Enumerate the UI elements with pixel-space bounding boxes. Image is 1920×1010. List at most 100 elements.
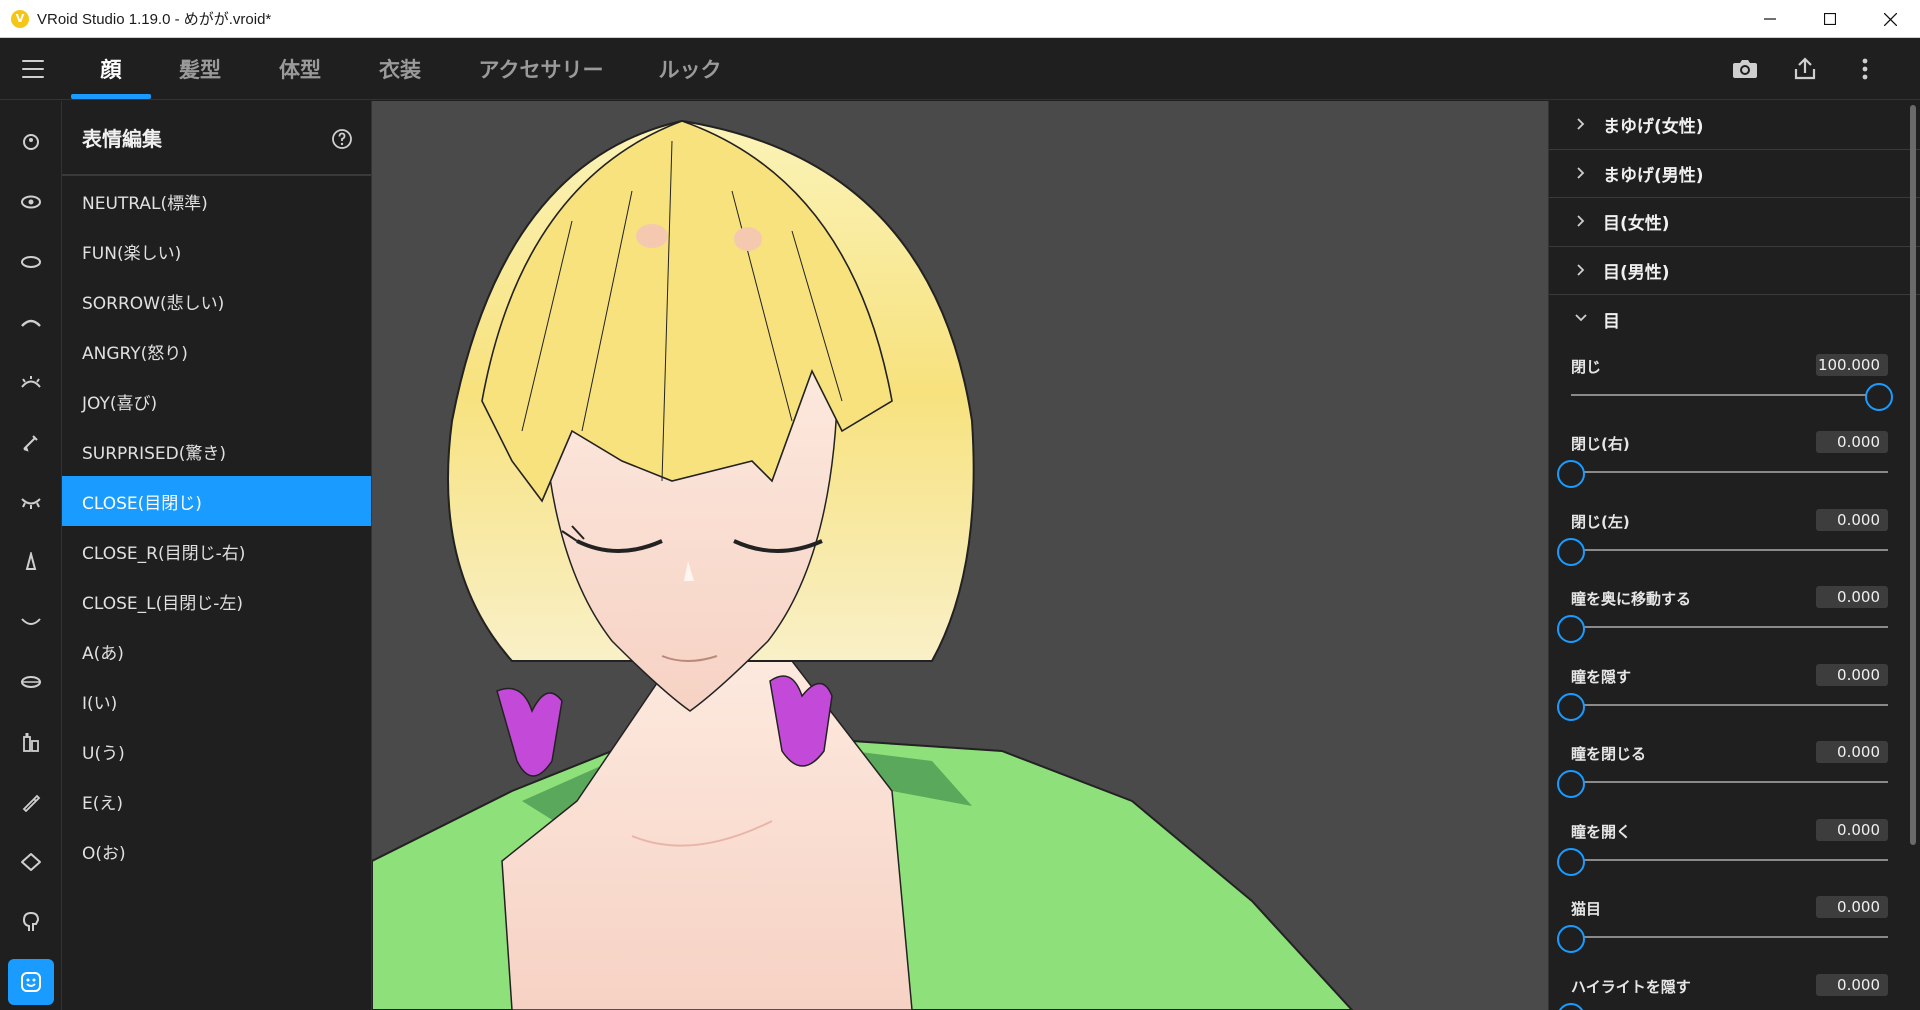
tab-body[interactable]: 体型 [260,38,340,100]
slider-value-field[interactable]: 0.000 [1816,663,1888,686]
expression-panel: 表情編集 NEUTRAL(標準) FUN(楽しい) SORROW(悲しい) AN… [62,101,372,1010]
slider-track[interactable] [1571,936,1888,938]
section-eye[interactable]: 目 [1549,295,1920,344]
chevron-right-icon [1577,166,1585,179]
slider-row: 閉じ 100.000 [1549,344,1920,422]
mouth-icon[interactable] [8,599,54,645]
slider-label: ハイライトを隠す [1571,977,1691,996]
expression-face-icon[interactable] [8,959,54,1005]
more-vertical-icon[interactable] [1850,54,1880,84]
slider-track[interactable] [1571,393,1888,396]
slider-thumb[interactable] [1557,847,1585,876]
slider-track[interactable] [1571,626,1888,628]
slider-value-field[interactable]: 0.000 [1816,431,1888,453]
close-button[interactable] [1860,0,1920,38]
slider-label: 瞳を閉じる [1571,745,1647,763]
slider-value-field[interactable]: 0.000 [1816,508,1888,531]
model-viewport[interactable] [372,101,1548,1010]
slider-value-field[interactable]: 0.000 [1816,896,1888,918]
export-icon[interactable] [1790,54,1820,84]
expression-item-a[interactable]: A(あ) [62,626,371,676]
slider-label: 瞳を隠す [1571,667,1632,686]
tab-outfit[interactable]: 衣装 [360,38,440,100]
slider-thumb[interactable] [1557,770,1585,798]
section-label: 目 [1603,311,1620,332]
lips-icon[interactable] [8,659,54,705]
expression-item-close-r[interactable]: CLOSE_R(目閉じ-右) [62,526,371,576]
expression-item-e[interactable]: E(え) [62,776,371,826]
minimize-button[interactable] [1740,0,1800,38]
bottles-icon[interactable] [8,719,54,765]
menu-icon[interactable] [22,60,44,78]
slider-row: 瞳を閉じる 0.000 [1549,731,1920,809]
eyebrow-icon[interactable] [8,299,54,345]
slider-row: 瞳を隠す 0.000 [1549,654,1920,732]
slider-track[interactable] [1571,781,1888,783]
slider-value-field[interactable]: 100.000 [1816,353,1888,376]
close-icon [1883,12,1897,26]
slider-value-field[interactable]: 0.000 [1816,973,1888,996]
expression-item-angry[interactable]: ANGRY(怒り) [62,326,371,376]
expression-item-neutral[interactable]: NEUTRAL(標準) [62,176,371,226]
slider-value-field[interactable]: 0.000 [1816,818,1888,841]
head-profile-icon[interactable] [8,899,54,945]
expression-item-o[interactable]: O(お) [62,826,371,876]
face-preset-icon[interactable] [8,119,54,165]
expression-item-close-l[interactable]: CLOSE_L(目閉じ-左) [62,576,371,626]
eyelash-icon[interactable] [8,359,54,405]
minimize-icon [1764,18,1776,20]
section-eyebrow-female[interactable]: まゆげ(女性) [1549,101,1920,150]
chevron-right-icon [1577,215,1585,227]
top-actions [1730,38,1880,100]
properties-panel: まゆげ(女性) まゆげ(男性) 目(女性) 目(男性) 目 閉じ 100.000 閉… [1548,101,1920,1010]
vroid-logo-icon: V [11,9,29,28]
chevron-right-icon [1577,118,1585,130]
slider-row: ハイライトを隠す 0.000 [1549,964,1920,1010]
slider-track[interactable] [1571,471,1888,473]
pen-icon[interactable] [8,779,54,825]
expression-panel-header: 表情編集 [62,101,371,176]
slider-thumb[interactable] [1557,1002,1585,1010]
top-navigation: 顔 髪型 体型 衣装 アクセサリー ルック [0,38,1920,100]
eye-icon[interactable] [8,179,54,225]
slider-thumb[interactable] [1865,382,1893,411]
slider-list: 閉じ 100.000 閉じ(右) 0.000 閉じ(左) 0.000 瞳を奥に移動する 0.0… [1549,344,1920,1010]
slider-track[interactable] [1571,548,1888,551]
tab-face[interactable]: 顔 [71,38,151,100]
slider-value-field[interactable]: 0.000 [1816,586,1888,608]
camera-icon[interactable] [1730,54,1760,84]
slider-track[interactable] [1571,858,1888,861]
expression-item-joy[interactable]: JOY(喜び) [62,376,371,426]
tab-look[interactable]: ルック [640,38,740,100]
slider-track[interactable] [1571,703,1888,706]
brush-icon[interactable] [8,419,54,465]
slider-label: 瞳を開く [1571,822,1632,841]
tab-hair[interactable]: 髪型 [160,38,240,100]
expression-item-i[interactable]: I(い) [62,676,371,726]
slider-thumb[interactable] [1557,460,1585,488]
eye-outline-icon[interactable] [8,239,54,285]
chevron-down-icon [1575,314,1587,322]
slider-label: 猫目 [1571,900,1602,918]
slider-thumb[interactable] [1557,925,1585,953]
expression-item-close[interactable]: CLOSE(目閉じ) [62,476,371,526]
tab-accessory[interactable]: アクセサリー [468,38,614,100]
head-shape-icon[interactable] [8,839,54,885]
slider-thumb[interactable] [1557,692,1585,721]
closed-eye-icon[interactable] [8,479,54,525]
help-icon[interactable] [331,128,353,150]
scrollbar[interactable] [1910,105,1916,845]
slider-thumb[interactable] [1557,615,1585,643]
expression-item-sorrow[interactable]: SORROW(悲しい) [62,276,371,326]
section-eye-male[interactable]: 目(男性) [1549,247,1920,295]
slider-value-field[interactable]: 0.000 [1816,741,1888,763]
expression-item-surprised[interactable]: SURPRISED(驚き) [62,426,371,476]
expression-item-fun[interactable]: FUN(楽しい) [62,226,371,276]
nose-icon[interactable] [8,539,54,585]
section-eyebrow-male[interactable]: まゆげ(男性) [1549,150,1920,198]
expression-item-u[interactable]: U(う) [62,726,371,776]
maximize-button[interactable] [1800,0,1860,38]
section-eye-female[interactable]: 目(女性) [1549,198,1920,247]
slider-label: 閉じ(左) [1571,512,1630,531]
slider-thumb[interactable] [1557,537,1585,566]
